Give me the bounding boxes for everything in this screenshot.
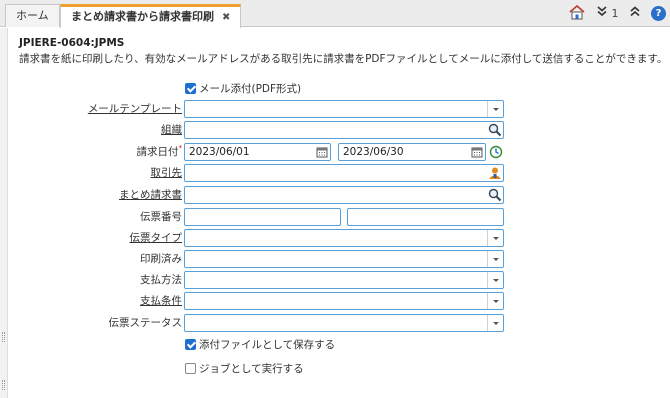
help-icon[interactable]: ? xyxy=(651,6,666,21)
person-icon[interactable] xyxy=(488,166,502,180)
run-as-job-label: ジョブとして実行する xyxy=(199,362,304,375)
search-icon[interactable] xyxy=(488,188,502,202)
payment-method-label: 支払方法 xyxy=(140,274,182,286)
checkbox-checked-icon[interactable] xyxy=(185,82,196,94)
payment-term-label[interactable]: 支払条件 xyxy=(140,292,182,310)
document-type-select[interactable] xyxy=(184,229,504,247)
summary-invoice-field[interactable] xyxy=(184,186,504,204)
tab-invoice-print[interactable]: まとめ請求書から請求書印刷 ✖ xyxy=(60,4,242,28)
mail-template-select[interactable] xyxy=(184,100,504,118)
invoice-date-to-field[interactable]: 2023/06/30 xyxy=(338,143,486,161)
invoice-date-label: 請求日付* xyxy=(136,144,183,158)
payment-method-select[interactable] xyxy=(184,271,504,289)
process-id: JPIERE-0604:JPMS xyxy=(19,37,125,49)
grip-handle[interactable] xyxy=(2,332,5,342)
required-mark: * xyxy=(178,144,183,152)
dropdown-arrow-icon[interactable] xyxy=(487,272,503,288)
document-no-to-field[interactable] xyxy=(347,208,504,226)
mail-attach-checkbox[interactable]: メール添付(PDF形式) xyxy=(185,81,301,95)
summary-invoice-label[interactable]: まとめ請求書 xyxy=(119,186,182,204)
save-attachment-label: 添付ファイルとして保存する xyxy=(199,338,336,351)
business-partner-label[interactable]: 取引先 xyxy=(151,164,183,182)
printed-select[interactable] xyxy=(184,250,504,268)
organization-label[interactable]: 組織 xyxy=(161,121,182,139)
home-icon[interactable] xyxy=(568,4,586,22)
doc-status-label: 伝票ステータス xyxy=(108,317,183,329)
document-no-from-field[interactable] xyxy=(184,208,341,226)
chevron-down-icon[interactable] xyxy=(596,5,608,22)
tab-bar: ホーム まとめ請求書から請求書印刷 ✖ 1 ? xyxy=(0,0,670,28)
doc-status-select[interactable] xyxy=(184,314,504,332)
printed-label: 印刷済み xyxy=(140,253,182,265)
dropdown-arrow-icon[interactable] xyxy=(487,315,503,331)
invoice-date-from-field[interactable]: 2023/06/01 xyxy=(184,143,331,161)
document-type-label[interactable]: 伝票タイプ xyxy=(130,229,183,247)
document-no-label: 伝票番号 xyxy=(140,211,182,223)
tab-count: 1 xyxy=(611,7,619,20)
date-range-icon[interactable] xyxy=(489,145,503,159)
save-attachment-checkbox[interactable]: 添付ファイルとして保存する xyxy=(185,337,335,351)
business-partner-field[interactable] xyxy=(184,164,504,182)
dropdown-arrow-icon[interactable] xyxy=(487,293,503,309)
dropdown-arrow-icon[interactable] xyxy=(487,230,503,246)
search-icon[interactable] xyxy=(488,123,502,137)
close-icon[interactable]: ✖ xyxy=(222,12,230,23)
mail-template-label[interactable]: メールテンプレート xyxy=(88,100,182,118)
checkbox-unchecked-icon[interactable] xyxy=(185,362,196,374)
checkbox-checked-icon[interactable] xyxy=(185,338,196,350)
dropdown-arrow-icon[interactable] xyxy=(487,101,503,117)
grip-handle[interactable] xyxy=(2,380,5,390)
tab-home[interactable]: ホーム xyxy=(5,4,60,27)
calendar-icon[interactable] xyxy=(315,145,329,159)
payment-term-select[interactable] xyxy=(184,292,504,310)
organization-field[interactable] xyxy=(184,121,504,139)
left-splitter[interactable] xyxy=(0,28,8,398)
tab-home-label: ホーム xyxy=(16,9,49,22)
mail-attach-label: メール添付(PDF形式) xyxy=(199,82,302,95)
run-as-job-checkbox[interactable]: ジョブとして実行する xyxy=(185,361,304,375)
process-description: 請求書を紙に印刷したり、有効なメールアドレスがある取引先に請求書をPDFファイル… xyxy=(19,53,668,65)
tab-invoice-print-label: まとめ請求書から請求書印刷 xyxy=(71,10,214,23)
calendar-icon[interactable] xyxy=(470,145,484,159)
chevron-up-icon[interactable] xyxy=(629,5,641,22)
dropdown-arrow-icon[interactable] xyxy=(487,251,503,267)
